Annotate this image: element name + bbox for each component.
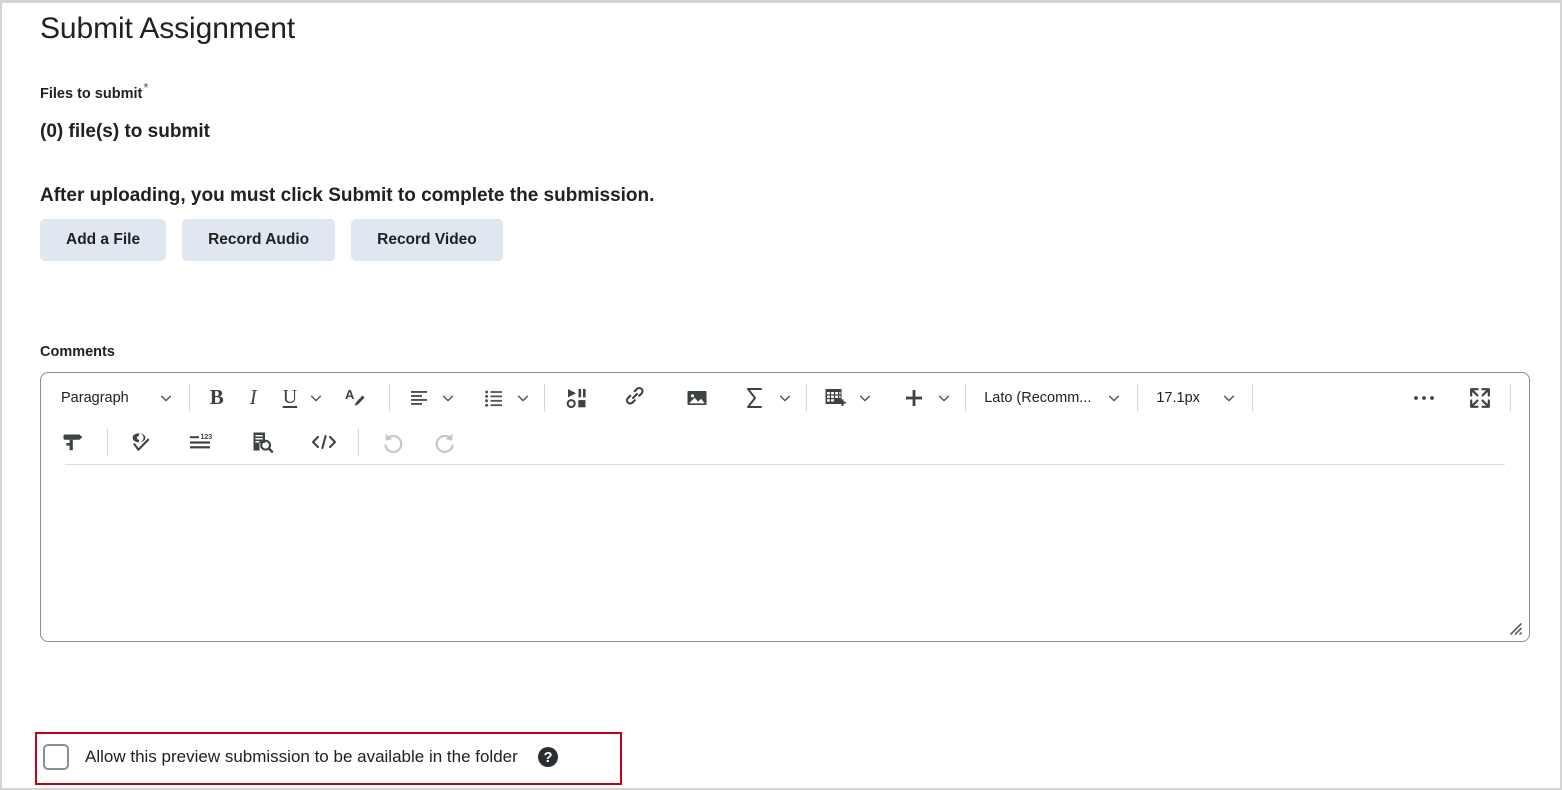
submit-assignment-page: Submit Assignment Files to submit* (0) f… [0, 0, 1562, 790]
equation-options-chevron[interactable] [772, 381, 798, 415]
editor-toolbar: Paragraph B I U A Lato (Recomm... 17.1px… [41, 373, 1529, 465]
toolbar-separator [1251, 383, 1253, 412]
svg-text:A: A [345, 387, 355, 402]
insert-table-icon[interactable] [815, 381, 852, 415]
list-options-chevron[interactable] [510, 381, 536, 415]
font-name-value: Lato (Recomm... [984, 389, 1092, 406]
align-options-chevron[interactable] [435, 381, 461, 415]
table-options-chevron[interactable] [852, 381, 878, 415]
toolbar-separator [1137, 383, 1139, 412]
comments-label: Comments [40, 343, 115, 360]
comments-html-editor: Paragraph B I U A Lato (Recomm... 17.1px… [40, 371, 1530, 642]
files-to-submit-label: Files to submit* [40, 79, 1560, 103]
format-painter-icon[interactable] [51, 425, 99, 459]
help-icon[interactable]: ? [537, 746, 559, 768]
font-name-dropdown[interactable]: Lato (Recomm... [974, 381, 1129, 415]
svg-text:123: 123 [201, 434, 213, 441]
italic-glyph: I [249, 385, 257, 410]
required-asterisk: * [143, 80, 149, 95]
preview-icon[interactable] [238, 425, 286, 459]
toolbar-separator [107, 428, 108, 457]
page-title: Submit Assignment [40, 12, 296, 45]
toolbar-separator [544, 383, 546, 412]
fullscreen-icon[interactable] [1452, 381, 1502, 415]
files-to-submit-label-text: Files to submit [40, 85, 143, 102]
record-video-button[interactable]: Record Video [351, 218, 503, 261]
align-left-icon[interactable] [398, 381, 435, 415]
file-count-text: (0) file(s) to submit [40, 120, 210, 142]
preview-submission-option: Allow this preview submission to be avai… [43, 744, 559, 770]
word-count-icon[interactable]: 123 [176, 425, 226, 459]
insert-more-icon[interactable] [890, 381, 931, 415]
insert-link-icon[interactable] [613, 381, 661, 415]
insert-stuff-icon[interactable] [553, 381, 601, 415]
upload-instruction-text: After uploading, you must click Submit t… [40, 184, 655, 206]
html-source-icon[interactable] [298, 425, 350, 459]
svg-text:?: ? [543, 750, 552, 766]
toolbar-separator [188, 383, 190, 412]
allow-preview-submission-label[interactable]: Allow this preview submission to be avai… [85, 746, 518, 768]
font-size-value: 17.1px [1156, 389, 1200, 406]
comments-text-area[interactable] [41, 464, 1529, 641]
bold-icon[interactable]: B [198, 381, 236, 415]
editor-toolbar-row-1: Paragraph B I U A Lato (Recomm... 17.1px [51, 375, 1519, 421]
insert-more-chevron[interactable] [931, 381, 957, 415]
bold-glyph: B [209, 385, 224, 410]
toolbar-separator [806, 383, 808, 412]
text-color-icon[interactable]: A [329, 381, 381, 415]
more-options-icon[interactable] [1396, 381, 1452, 415]
undo-icon[interactable] [367, 425, 419, 459]
chevron-down-icon [1107, 391, 1121, 405]
redo-icon[interactable] [419, 425, 471, 459]
bullet-list-icon[interactable] [473, 381, 510, 415]
paragraph-style-dropdown[interactable]: Paragraph [51, 381, 181, 415]
italic-icon[interactable]: I [236, 381, 271, 415]
chevron-down-icon [1222, 391, 1236, 405]
toolbar-separator [1510, 383, 1511, 412]
record-audio-button[interactable]: Record Audio [182, 218, 336, 261]
toolbar-separator [965, 383, 967, 412]
editor-toolbar-row-2: 123 [51, 421, 1519, 464]
underline-options-chevron[interactable] [303, 381, 329, 415]
underline-glyph: U [282, 386, 298, 409]
font-size-dropdown[interactable]: 17.1px [1146, 381, 1244, 415]
toolbar-separator [358, 428, 359, 457]
submission-buttons: Add a File Record Audio Record Video [40, 218, 1560, 261]
add-a-file-button[interactable]: Add a File [40, 218, 167, 261]
allow-preview-submission-checkbox[interactable] [43, 744, 69, 770]
chevron-down-icon [159, 391, 173, 405]
accessibility-checker-icon[interactable] [116, 425, 164, 459]
insert-image-icon[interactable] [673, 381, 721, 415]
paragraph-style-value: Paragraph [61, 389, 129, 406]
editor-resize-handle[interactable] [1505, 618, 1523, 636]
equation-icon[interactable] [733, 381, 772, 415]
underline-icon[interactable]: U [271, 381, 303, 415]
toolbar-separator [389, 383, 391, 412]
